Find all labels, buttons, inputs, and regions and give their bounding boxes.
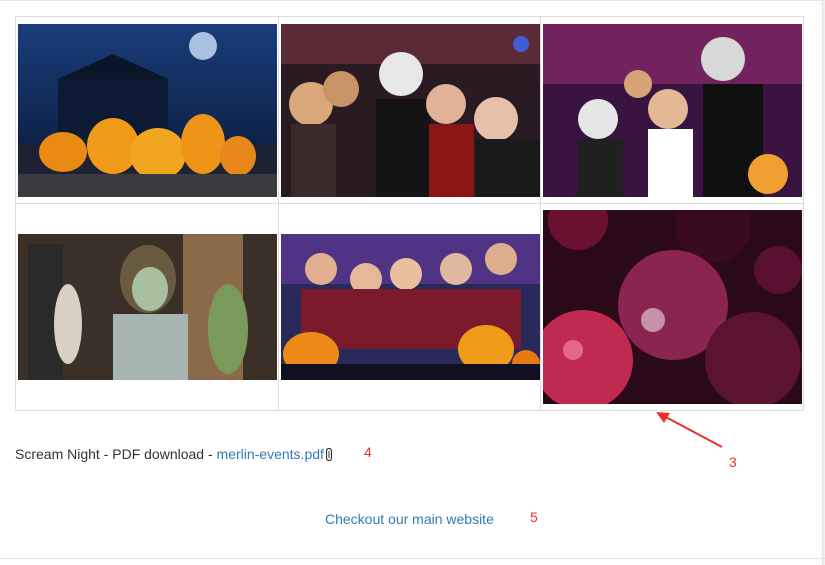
costume-party-skull-photo[interactable] [280, 23, 540, 197]
disco-balls-photo[interactable] [543, 210, 803, 404]
annotation-label-5: 5 [530, 509, 538, 525]
photo-gallery [15, 16, 804, 411]
pdf-download-text: Scream Night - PDF download - [15, 446, 217, 462]
top-divider [0, 0, 825, 1]
zombie-girl-photo[interactable] [18, 234, 277, 380]
gallery-row [15, 203, 804, 411]
gallery-cell [540, 16, 804, 204]
witches-pumpkins-party-photo[interactable] [280, 234, 540, 380]
bottom-divider [0, 558, 825, 559]
paperclip-icon [325, 447, 333, 462]
annotation-label-3: 3 [729, 454, 737, 470]
annotation-label-4: 4 [364, 444, 372, 460]
annotation-arrow [656, 412, 723, 448]
gallery-cell [277, 16, 542, 204]
gallery-cell [277, 203, 542, 411]
pumpkins-haunted-house-photo[interactable] [18, 23, 277, 197]
pdf-download-line: Scream Night - PDF download - merlin-eve… [15, 446, 333, 462]
gallery-row [15, 16, 804, 204]
main-website-link[interactable]: Checkout our main website [325, 511, 494, 527]
pdf-download-link[interactable]: merlin-events.pdf [217, 446, 324, 462]
gallery-cell [15, 16, 279, 204]
gallery-cell [15, 203, 279, 411]
face-paint-crowd-photo[interactable] [543, 23, 803, 197]
gallery-cell [540, 203, 804, 411]
